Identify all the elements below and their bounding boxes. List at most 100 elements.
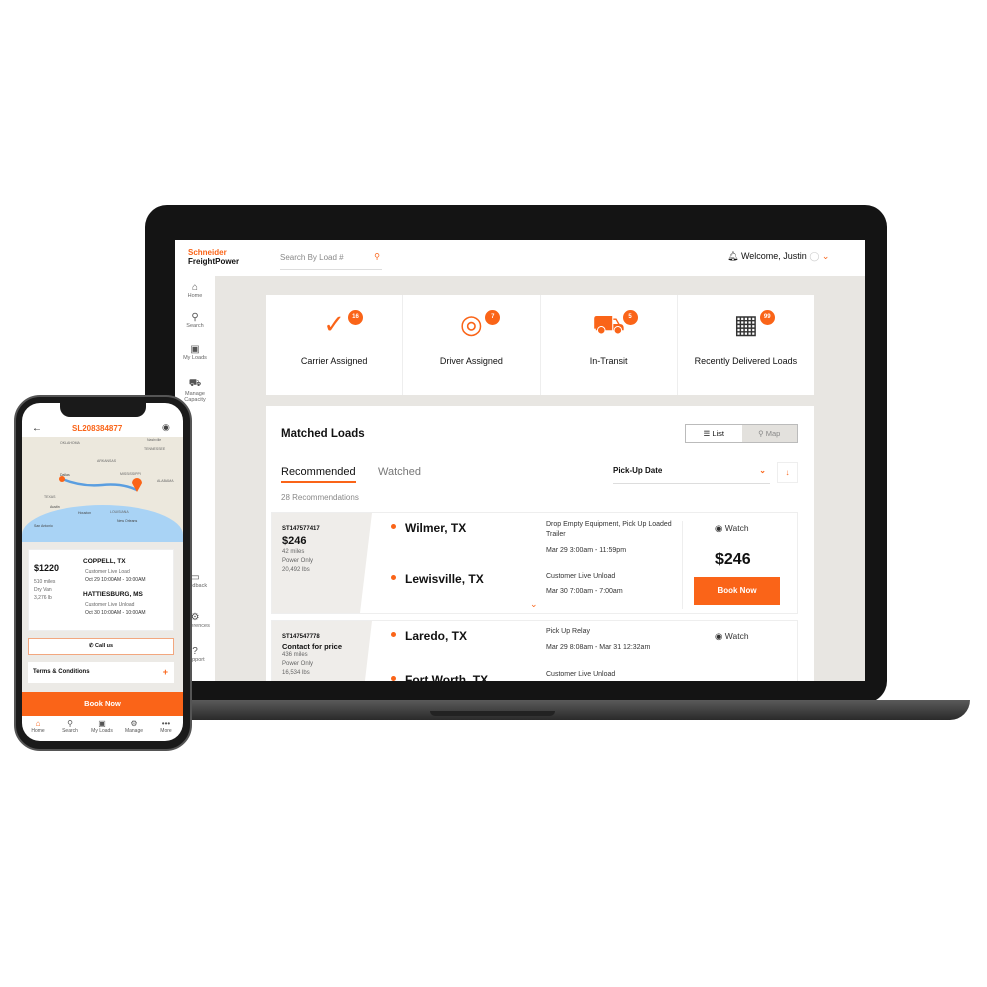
- load-price: $246: [282, 535, 307, 547]
- load-summary: ST147547778 Contact for price 436 miles Pow…: [272, 621, 372, 681]
- watch-button[interactable]: ◉ Watch: [715, 523, 749, 534]
- tab-manage[interactable]: ⚙ Manage: [118, 719, 150, 734]
- tab-home[interactable]: ⌂ Home: [22, 719, 54, 734]
- count-badge: 99: [759, 310, 775, 325]
- load-card[interactable]: ST147547778 Contact for price 436 miles Pow…: [271, 620, 798, 681]
- route-map[interactable]: OKLAHOMA ARKANSAS TENNESSEE Nashville MI…: [22, 437, 183, 542]
- stat-in-transit[interactable]: ⛟ 5 In-Transit: [541, 295, 678, 395]
- map-label: Houston: [78, 511, 92, 515]
- tab-more[interactable]: ••• More: [150, 719, 182, 734]
- results-count: 28 Recommendations: [281, 493, 359, 502]
- welcome-text: Welcome, Justin: [740, 251, 807, 261]
- chevron-down-icon[interactable]: ⌄: [822, 251, 830, 261]
- list-label: List: [712, 429, 724, 438]
- back-arrow-icon[interactable]: ←: [32, 423, 42, 434]
- eye-icon[interactable]: ◉: [162, 422, 170, 433]
- user-menu[interactable]: 🔔︎ Welcome, Justin ◯ ⌄: [727, 251, 829, 262]
- stat-driver-assigned[interactable]: ◎ 7 Driver Assigned: [403, 295, 541, 395]
- tab-watched[interactable]: Watched: [378, 466, 421, 478]
- load-type: Power Only: [282, 558, 314, 564]
- bell-icon[interactable]: 🔔︎: [727, 251, 738, 261]
- map-view-button[interactable]: ⚲ Map: [741, 425, 797, 442]
- sidebar-label: My Loads: [183, 355, 207, 361]
- loads-icon: ▣: [190, 344, 200, 355]
- stat-label: Driver Assigned: [439, 356, 503, 366]
- gear-icon: ⚙: [130, 719, 138, 728]
- destination-info: Customer Live Unload: [546, 671, 616, 678]
- sidebar-item-home[interactable]: ⌂ Home: [175, 282, 215, 299]
- loads-icon: ▣: [98, 719, 106, 728]
- origin-city: COPPELL, TX: [83, 558, 126, 565]
- truck-icon: ⛟: [188, 378, 202, 389]
- sort-direction-button[interactable]: ↓: [777, 462, 798, 483]
- stat-carrier-assigned[interactable]: ✓ 16 Carrier Assigned: [266, 295, 404, 395]
- origin-city: Laredo, TX: [405, 629, 468, 643]
- tab-label: Home: [31, 728, 45, 734]
- map-label: ARKANSAS: [97, 459, 117, 463]
- book-now-button[interactable]: Book Now: [694, 577, 780, 605]
- map-label: Map: [765, 429, 781, 438]
- origin-time: Mar 29 3:00am - 11:59pm: [546, 547, 627, 554]
- load-weight: 20,492 lbs: [282, 567, 310, 573]
- search-input[interactable]: Search By Load # ⚲: [280, 250, 382, 270]
- call-label: Call us: [95, 643, 114, 649]
- watch-label: Watch: [724, 523, 749, 533]
- expand-chevron-icon[interactable]: ⌄: [530, 599, 538, 610]
- matched-loads-panel: Matched Loads ☰ List ⚲ Map Recommended W…: [266, 406, 814, 681]
- home-icon: ⌂: [191, 282, 199, 293]
- load-id: ST147547778: [282, 634, 320, 640]
- tab-label: My Loads: [91, 728, 113, 734]
- chevron-down-icon: ⌄: [759, 466, 766, 475]
- stat-recently-delivered[interactable]: ▦ 99 Recently Delivered Loads: [678, 295, 814, 395]
- panel-title: Matched Loads: [281, 428, 365, 440]
- logo[interactable]: Schneider FreightPower: [188, 248, 239, 266]
- laptop-base: [128, 700, 970, 720]
- destination-info: Customer Live Unload: [546, 573, 616, 580]
- tab-recommended[interactable]: Recommended: [281, 466, 356, 483]
- weight: 3,276 lb: [34, 595, 52, 601]
- map-label: TENNESSEE: [144, 447, 166, 451]
- book-now-button[interactable]: Book Now: [22, 692, 183, 716]
- tab-my-loads[interactable]: ▣ My Loads: [86, 719, 118, 734]
- origin-info: Customer Live Load: [85, 569, 130, 575]
- origin-info: Drop Empty Equipment, Pick Up Loaded Tra…: [546, 521, 672, 538]
- load-miles: 42 miles: [282, 549, 305, 555]
- load-card[interactable]: ST147577417 $246 42 miles Power Only 20,492 …: [271, 512, 798, 614]
- miles: 510 miles: [34, 579, 56, 585]
- destination-pin-icon: [391, 676, 396, 681]
- call-us-button[interactable]: ✆ Call us: [28, 638, 174, 655]
- map-label: Nashville: [147, 438, 162, 442]
- search-icon: ⚲: [67, 719, 73, 728]
- logo-line1: Schneider: [188, 248, 227, 257]
- sidebar-item-search[interactable]: ⚲ Search: [175, 312, 215, 329]
- map-label: San Antonio: [34, 524, 53, 528]
- map-label: New Orleans: [117, 519, 138, 523]
- terms-label: Terms & Conditions: [33, 669, 90, 675]
- search-icon[interactable]: ⚲: [374, 252, 380, 261]
- terms-accordion[interactable]: Terms & Conditions +: [28, 662, 174, 683]
- load-details-card: $1220 510 miles Dry Van 3,276 lb COPPELL…: [28, 549, 174, 631]
- laptop-screen: Schneider FreightPower Search By Load # ⚲ …: [175, 240, 865, 681]
- watch-button[interactable]: ◉ Watch: [715, 631, 749, 642]
- destination-city: HATTIESBURG, MS: [83, 591, 143, 598]
- list-view-button[interactable]: ☰ List: [686, 425, 742, 442]
- steering-wheel-icon: ◎: [460, 309, 483, 339]
- logo-line2: FreightPower: [188, 257, 240, 266]
- origin-info: Pick Up Relay: [546, 628, 590, 635]
- view-toggle: ☰ List ⚲ Map: [685, 424, 798, 443]
- sort-select[interactable]: Pick-Up Date ⌄: [613, 466, 770, 484]
- equipment: Dry Van: [34, 587, 52, 593]
- map-label: TEXAS: [44, 495, 56, 499]
- tab-search[interactable]: ⚲ Search: [54, 719, 86, 734]
- destination-info: Customer Live Unload: [85, 602, 135, 608]
- map-label: MISSISSIPPI: [120, 472, 141, 476]
- stat-label: Recently Delivered Loads: [694, 356, 798, 366]
- rate-price: $246: [715, 551, 751, 568]
- tab-label: Manage: [124, 728, 144, 734]
- avatar[interactable]: ◯: [809, 251, 819, 261]
- origin-dot-icon: [391, 524, 396, 529]
- sidebar-item-my-loads[interactable]: ▣ My Loads: [175, 344, 215, 361]
- map-label: Austin: [50, 505, 60, 509]
- tab-label: Search: [62, 728, 78, 734]
- main-content: ✓ 16 Carrier Assigned ◎ 7 Driver Assigned ⛟ 5…: [215, 276, 865, 681]
